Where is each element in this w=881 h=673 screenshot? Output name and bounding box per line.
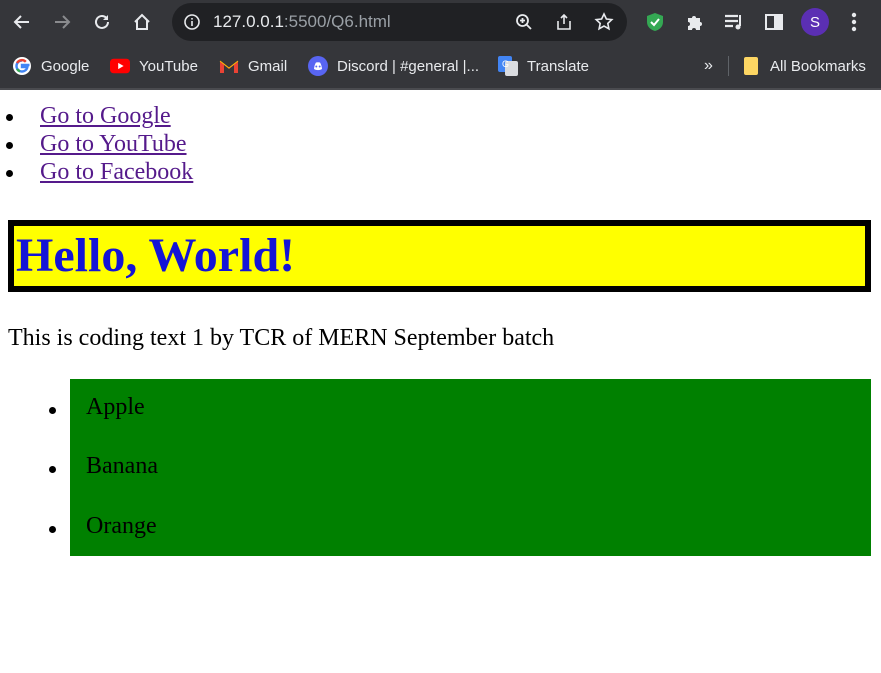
discord-icon [308, 56, 328, 76]
fruit-orange: Orange [86, 513, 157, 539]
translate-icon: G [498, 56, 518, 76]
page-heading: Hello, World! [16, 229, 296, 282]
fruit-list-background [70, 379, 871, 556]
forward-arrow-icon [55, 15, 71, 29]
heading-box: Hello, World! [8, 220, 871, 292]
media-queue-icon[interactable] [723, 11, 745, 33]
fruit-banana: Banana [86, 453, 158, 479]
bookmarks-overflow-button[interactable]: » [704, 55, 713, 77]
back-button[interactable] [10, 10, 34, 34]
google-icon [12, 56, 32, 76]
bullet [6, 114, 13, 121]
reload-icon [95, 14, 109, 29]
address-bar[interactable]: 127.0.0.1:5500/Q6.html [172, 3, 627, 41]
all-bookmarks-button[interactable]: All Bookmarks [741, 55, 866, 77]
bullet [49, 526, 56, 533]
site-info-icon[interactable] [182, 12, 202, 32]
bookmark-label: Google [41, 57, 90, 75]
menu-kebab-icon[interactable] [843, 11, 865, 33]
fruit-apple: Apple [86, 394, 145, 420]
svg-text:G: G [502, 59, 509, 69]
address-url[interactable]: 127.0.0.1:5500/Q6.html [213, 12, 391, 32]
zoom-icon[interactable] [514, 12, 534, 32]
reload-button[interactable] [90, 10, 114, 34]
home-button[interactable] [130, 10, 154, 34]
bookmark-label: Discord | #general |... [337, 57, 480, 75]
gmail-icon [219, 56, 239, 76]
bookmark-label: Gmail [248, 57, 288, 75]
bookmarks-bar: Google YouTube Gmail Discord | #general … [0, 45, 881, 90]
bookmark-translate[interactable]: G Translate [498, 55, 589, 77]
bookmark-discord[interactable]: Discord | #general |... [308, 55, 479, 77]
bullet [49, 407, 56, 414]
bookmark-star-icon[interactable] [594, 12, 614, 32]
bookmark-youtube[interactable]: YouTube [110, 55, 198, 77]
link-facebook[interactable]: Go to Facebook [40, 158, 193, 186]
bookmark-google[interactable]: Google [12, 55, 89, 77]
bookmark-label: YouTube [139, 57, 198, 75]
folder-icon [741, 56, 761, 76]
extensions-puzzle-icon[interactable] [684, 11, 706, 33]
page-content: Go to Google Go to YouTube Go to Faceboo… [0, 90, 881, 673]
paragraph-text: This is coding text 1 by TCR of MERN Sep… [8, 325, 555, 351]
share-icon[interactable] [554, 12, 574, 32]
bookmark-gmail[interactable]: Gmail [219, 55, 287, 77]
profile-avatar[interactable]: S [801, 8, 829, 36]
bullet [6, 142, 13, 149]
shield-extension-icon[interactable] [644, 11, 666, 33]
back-arrow-icon [13, 15, 29, 29]
bookmarks-separator [728, 56, 729, 76]
bullet [49, 466, 56, 473]
link-google[interactable]: Go to Google [40, 102, 171, 130]
bookmark-label: Translate [527, 57, 589, 75]
side-panel-icon[interactable] [763, 11, 785, 33]
bullet [6, 170, 13, 177]
youtube-icon [110, 56, 130, 76]
home-icon [134, 13, 150, 30]
all-bookmarks-label: All Bookmarks [770, 57, 866, 75]
link-youtube[interactable]: Go to YouTube [40, 130, 187, 158]
browser-toolbar: 127.0.0.1:5500/Q6.html S [0, 0, 881, 45]
forward-button[interactable] [50, 10, 74, 34]
